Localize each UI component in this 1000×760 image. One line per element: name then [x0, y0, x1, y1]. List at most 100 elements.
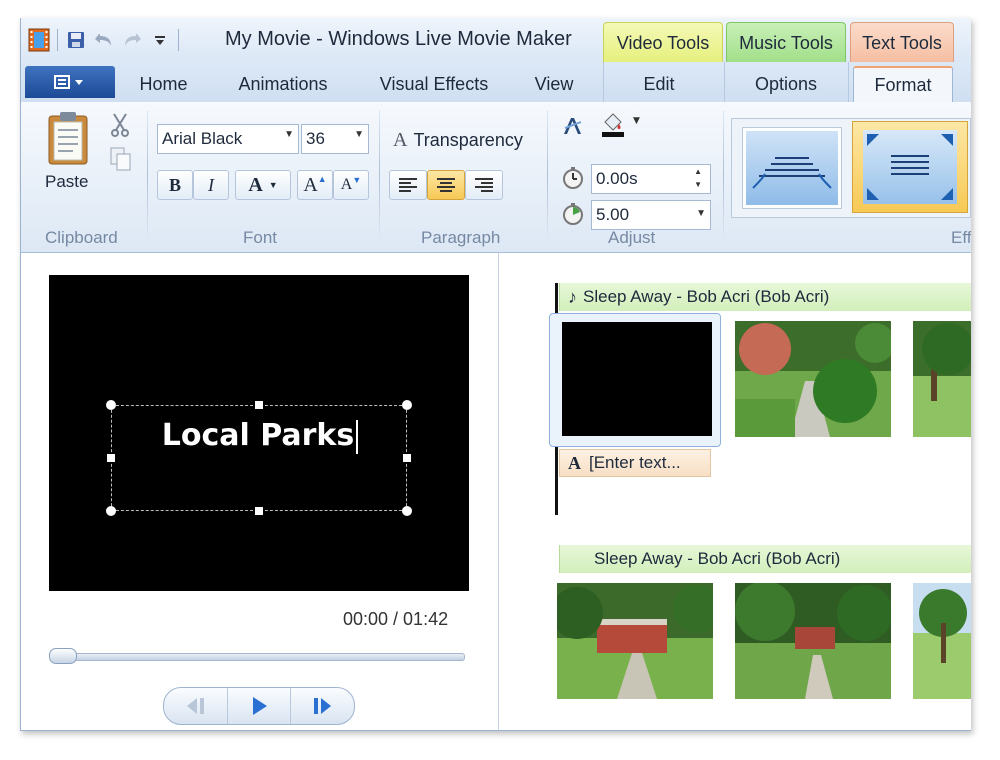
- clipboard-group-label: Clipboard: [45, 228, 118, 247]
- effect-zoom-button[interactable]: [852, 121, 968, 213]
- context-tab-music-tools: Music Tools: [726, 22, 846, 62]
- save-icon[interactable]: [62, 27, 90, 53]
- font-size-dropdown[interactable]: 36 ▼: [301, 124, 369, 154]
- shrink-font-button[interactable]: A ▼: [333, 170, 369, 200]
- spin-down-icon[interactable]: ▼: [694, 180, 702, 189]
- preview-pane: Local Parks 00:00 / 01:42: [21, 253, 499, 730]
- music-track-1[interactable]: ♪ Sleep Away - Bob Acri (Bob Acri): [559, 283, 971, 311]
- tab-edit[interactable]: Edit: [609, 66, 709, 102]
- font-family-dropdown[interactable]: Arial Black ▼: [157, 124, 299, 154]
- music-track-1-label: Sleep Away - Bob Acri (Bob Acri): [583, 287, 830, 306]
- resize-handle-right[interactable]: [403, 454, 411, 462]
- play-button[interactable]: [228, 688, 292, 724]
- duration-dropdown[interactable]: 5.00 ▼: [591, 200, 711, 230]
- background-color-button[interactable]: ▼: [599, 108, 647, 140]
- resize-handle-top-left[interactable]: [106, 400, 116, 410]
- align-left-icon: [399, 178, 417, 192]
- caption-placeholder: [Enter text...: [589, 453, 681, 472]
- paint-bucket-icon: [602, 113, 624, 137]
- chevron-down-icon: ▼: [696, 208, 706, 219]
- transparency-label: Transparency: [413, 129, 523, 150]
- resize-handle-top[interactable]: [255, 401, 263, 409]
- next-frame-icon: [313, 698, 331, 714]
- shrink-arrow-icon: ▼: [352, 175, 362, 185]
- start-time-icon: [561, 166, 585, 190]
- duration-value: 5.00: [596, 205, 630, 224]
- application-menu-button[interactable]: [25, 66, 115, 98]
- font-color-label: A: [248, 173, 263, 196]
- tab-home[interactable]: Home: [121, 66, 206, 102]
- effects-group-label: Eff: [951, 228, 971, 247]
- copy-icon[interactable]: [109, 146, 133, 172]
- tab-visual-effects[interactable]: Visual Effects: [359, 66, 509, 102]
- context-tab-video-tools: Video Tools: [603, 22, 723, 62]
- grow-font-button[interactable]: A ▲: [297, 170, 333, 200]
- film-app-icon[interactable]: [25, 27, 53, 53]
- clip-thumbnail[interactable]: [913, 321, 971, 437]
- tab-options[interactable]: Options: [731, 66, 841, 102]
- music-track-2[interactable]: Sleep Away - Bob Acri (Bob Acri): [559, 545, 971, 573]
- start-time-spinner[interactable]: 0.00s ▲ ▼: [591, 164, 711, 194]
- overlay-text-value: Local Parks: [161, 418, 355, 453]
- bold-label: B: [168, 174, 181, 195]
- transparency-icon: A: [393, 128, 408, 151]
- font-color-button[interactable]: A ▼: [235, 170, 291, 200]
- clip-thumbnail[interactable]: [557, 583, 713, 699]
- spin-up-icon[interactable]: ▲: [694, 167, 702, 176]
- effect-swirl-button[interactable]: [742, 127, 842, 209]
- align-center-button[interactable]: [427, 170, 465, 200]
- chevron-down-icon: ▼: [633, 116, 640, 126]
- align-right-button[interactable]: [465, 170, 503, 200]
- timecode-readout: 00:00 / 01:42: [343, 609, 449, 629]
- next-frame-button[interactable]: [291, 688, 354, 724]
- customize-toolbar-icon[interactable]: [146, 27, 174, 53]
- effects-gallery: [731, 118, 971, 218]
- previous-frame-icon: [187, 698, 205, 714]
- undo-icon[interactable]: [90, 27, 118, 53]
- resize-handle-bottom[interactable]: [255, 507, 263, 515]
- tab-view[interactable]: View: [519, 66, 589, 102]
- music-note-icon: ♪: [568, 286, 577, 307]
- grow-arrow-icon: ▲: [317, 174, 327, 184]
- video-preview[interactable]: Local Parks: [49, 275, 469, 591]
- effect-swirl-icon: [746, 131, 838, 205]
- quick-access-toolbar: [25, 26, 183, 54]
- previous-frame-button[interactable]: [164, 688, 228, 724]
- title-bar: My Movie - Windows Live Movie Maker Vide…: [21, 18, 971, 62]
- tab-format[interactable]: Format: [853, 66, 953, 103]
- resize-handle-bottom-right[interactable]: [402, 506, 412, 516]
- italic-button[interactable]: I: [193, 170, 229, 200]
- align-right-icon: [475, 178, 493, 192]
- clip-thumbnail[interactable]: [913, 583, 971, 699]
- resize-handle-bottom-left[interactable]: [106, 506, 116, 516]
- resize-handle-top-right[interactable]: [402, 400, 412, 410]
- storyboard: ♪ Sleep Away - Bob Acri (Bob Acri) A [En…: [499, 253, 971, 730]
- redo-icon[interactable]: [118, 27, 146, 53]
- chevron-down-icon: ▼: [268, 180, 278, 190]
- title-clip-thumbnail: [562, 322, 712, 436]
- text-color-icon[interactable]: [561, 114, 585, 138]
- transparency-button[interactable]: A Transparency: [393, 126, 523, 154]
- effect-zoom-icon: [863, 130, 957, 204]
- context-tab-text-tools: Text Tools: [850, 22, 954, 62]
- seek-thumb[interactable]: [49, 648, 77, 664]
- chevron-down-icon: ▼: [354, 129, 364, 140]
- duration-icon: [561, 202, 585, 226]
- seek-bar[interactable]: [51, 653, 465, 661]
- movie-maker-window: My Movie - Windows Live Movie Maker Vide…: [20, 18, 971, 731]
- clip-title-selected[interactable]: [549, 313, 721, 447]
- overlay-text[interactable]: Local Parks: [112, 418, 408, 454]
- align-left-button[interactable]: [389, 170, 427, 200]
- grow-font-label: A: [303, 173, 318, 196]
- bold-button[interactable]: B: [157, 170, 193, 200]
- playback-controls: [163, 687, 355, 725]
- paste-label: Paste: [45, 172, 89, 191]
- cut-icon[interactable]: [109, 112, 131, 138]
- text-box[interactable]: Local Parks: [111, 405, 407, 511]
- font-group-label: Font: [243, 228, 278, 247]
- caption-track-item[interactable]: A [Enter text...: [559, 449, 711, 477]
- resize-handle-left[interactable]: [107, 454, 115, 462]
- clip-thumbnail[interactable]: [735, 583, 891, 699]
- clip-thumbnail[interactable]: [735, 321, 891, 437]
- tab-animations[interactable]: Animations: [218, 66, 348, 102]
